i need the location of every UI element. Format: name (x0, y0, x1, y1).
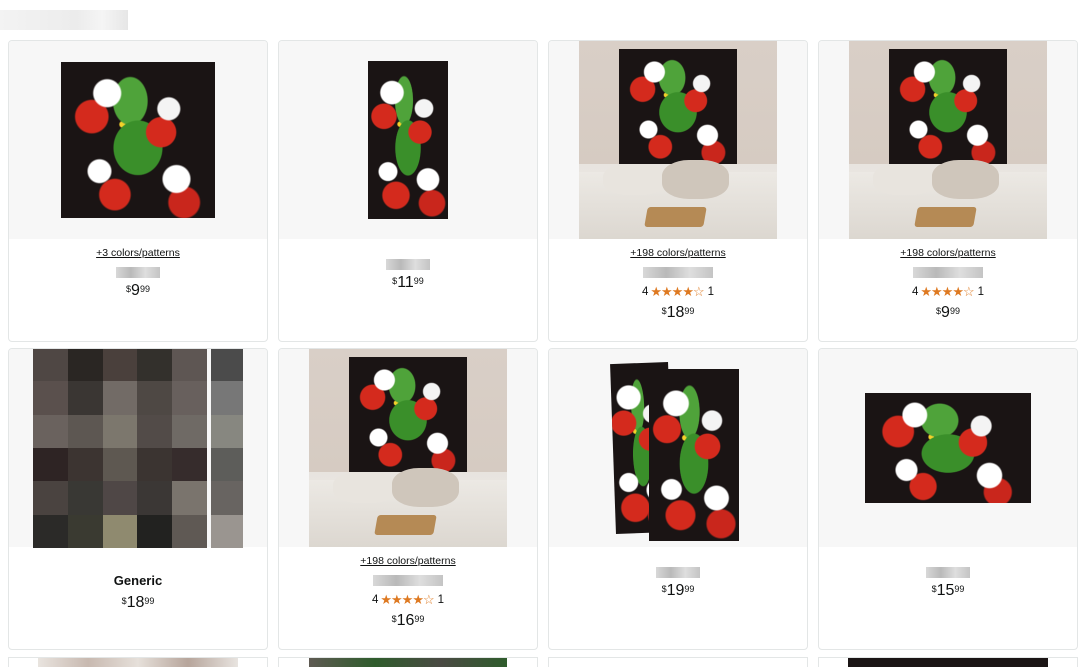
blurred-brand (926, 567, 970, 578)
product-image[interactable] (368, 61, 448, 219)
product-image-area[interactable] (819, 349, 1077, 547)
product-card[interactable]: $ 15 99 (818, 348, 1078, 650)
product-price: $ 9 99 (936, 304, 960, 321)
product-image-area[interactable] (9, 349, 267, 548)
product-card[interactable]: Generic $ 18 99 (8, 348, 268, 650)
product-image-area[interactable] (279, 349, 537, 547)
rating[interactable]: 4 ★★★★☆ 1 (279, 592, 537, 608)
product-card[interactable]: +198 colors/patterns 4 ★★★★☆ 1 $ 16 99 (278, 348, 538, 650)
product-image[interactable] (579, 41, 777, 239)
blurred-brand (116, 267, 160, 278)
review-count[interactable]: 1 (708, 286, 714, 298)
product-card[interactable]: $ 19 99 (548, 348, 808, 650)
blurred-brand (656, 567, 700, 578)
product-price: $ 16 99 (391, 612, 425, 629)
rating[interactable]: 4 ★★★★☆ 1 (819, 284, 1077, 300)
product-card[interactable]: +3 colors/patterns $ 9 99 (8, 40, 268, 342)
blurred-header (0, 10, 128, 30)
product-image-area[interactable] (279, 41, 537, 239)
colors-patterns-link[interactable]: +3 colors/patterns (9, 247, 267, 259)
review-count[interactable]: 1 (438, 594, 444, 606)
product-card[interactable]: $ 11 99 (278, 40, 538, 342)
colors-patterns-link[interactable]: +198 colors/patterns (279, 555, 537, 567)
product-image-area[interactable] (9, 41, 267, 239)
brand-name: Generic (113, 573, 163, 588)
product-image[interactable] (309, 349, 507, 547)
rating[interactable]: 4 ★★★★☆ 1 (549, 284, 807, 300)
colors-patterns-link[interactable]: +198 colors/patterns (549, 247, 807, 259)
blurred-brand (913, 267, 983, 278)
star-rating-icon: ★★★★☆ (920, 284, 974, 299)
pixelated-side-image (211, 349, 243, 548)
product-card[interactable]: +198 colors/patterns 4 ★★★★☆ 1 $ 18 99 (548, 40, 808, 342)
product-price: $ 9 99 (126, 282, 150, 299)
product-image-area[interactable] (819, 41, 1077, 239)
product-price: $ 18 99 (121, 594, 155, 611)
product-image[interactable] (849, 41, 1047, 239)
product-image-area[interactable] (549, 349, 807, 547)
blurred-brand (643, 267, 713, 278)
product-price: $ 19 99 (661, 582, 695, 599)
colors-patterns-link[interactable]: +198 colors/patterns (819, 247, 1077, 259)
product-price: $ 11 99 (392, 274, 424, 291)
blurred-brand (373, 575, 443, 586)
star-rating-icon: ★★★★☆ (380, 592, 434, 607)
product-price: $ 15 99 (931, 582, 965, 599)
pixelated-product-image[interactable] (33, 349, 207, 548)
review-count[interactable]: 1 (978, 286, 984, 298)
product-card[interactable]: +198 colors/patterns 4 ★★★★☆ 1 $ 9 99 (818, 40, 1078, 342)
blurred-brand (386, 259, 430, 270)
product-image[interactable] (610, 355, 743, 541)
star-rating-icon: ★★★★☆ (650, 284, 704, 299)
product-price: $ 18 99 (661, 304, 695, 321)
product-image[interactable] (61, 62, 215, 218)
product-image-area[interactable] (549, 41, 807, 239)
product-image[interactable] (865, 393, 1031, 503)
